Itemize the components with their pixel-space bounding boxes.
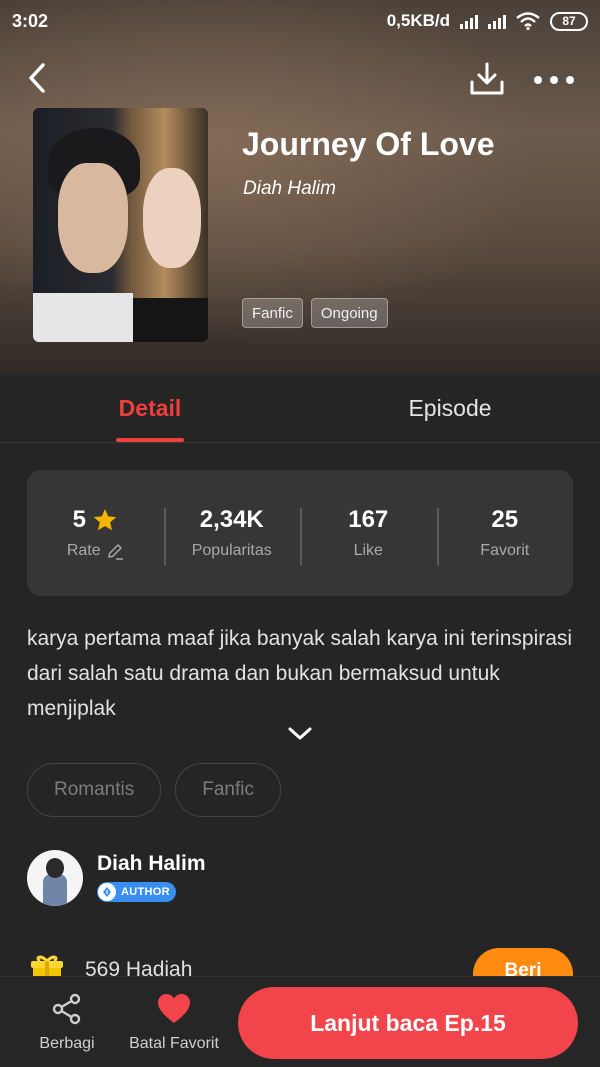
like-label: Like	[353, 542, 383, 559]
popularity-label: Popularitas	[191, 542, 272, 559]
chevron-down-icon[interactable]	[286, 724, 314, 744]
tab-episode[interactable]: Episode	[300, 375, 600, 442]
author-badge-label: AUTHOR	[121, 886, 170, 898]
rate-label: Rate	[66, 542, 101, 559]
wifi-icon	[516, 12, 540, 30]
synopsis-text: karya pertama maaf jika banyak salah kar…	[27, 627, 573, 720]
tab-detail[interactable]: Detail	[0, 375, 300, 442]
more-icon[interactable]	[534, 68, 574, 92]
author-name[interactable]: Diah Halim	[97, 852, 206, 876]
genre-chip-fanfic[interactable]: Fanfic	[175, 763, 281, 817]
tab-detail-label: Detail	[118, 395, 182, 421]
stats-panel: 5 Rate 2,34K Popularitas 167 Like 25 Fav…	[27, 470, 573, 596]
genre-list: Romantis Fanfic	[27, 763, 281, 817]
status-icons: 0,5KB/d 87	[387, 11, 588, 31]
continue-reading-button[interactable]: Lanjut baca Ep.15	[238, 987, 578, 1059]
stat-rate[interactable]: 5 Rate	[27, 506, 164, 560]
unfavorite-label: Batal Favorit	[129, 1035, 219, 1052]
book-cover	[33, 108, 208, 342]
stat-favorite: 25 Favorit	[436, 506, 574, 566]
book-title: Journey Of Love	[242, 126, 495, 162]
book-author: Diah Halim	[243, 178, 336, 199]
bottom-action-bar: Berbagi Batal Favorit Lanjut baca Ep.15	[0, 976, 600, 1067]
pencil-icon[interactable]	[106, 542, 124, 560]
unfavorite-button[interactable]: Batal Favorit	[122, 993, 226, 1053]
favorite-label: Favorit	[480, 542, 530, 559]
stat-popularity: 2,34K Popularitas	[163, 506, 301, 566]
signal-icon	[488, 13, 506, 29]
tag-ongoing: Ongoing	[310, 298, 388, 328]
share-label: Berbagi	[39, 1035, 95, 1052]
author-avatar[interactable]	[27, 850, 83, 906]
network-speed: 0,5KB/d	[386, 11, 450, 30]
share-icon	[52, 993, 81, 1025]
tab-episode-label: Episode	[408, 395, 492, 421]
author-badge-icon	[98, 883, 116, 901]
battery-indicator: 87	[550, 11, 588, 31]
tab-active-indicator	[116, 438, 184, 442]
status-bar: 3:02 0,5KB/d 87	[0, 0, 600, 42]
download-icon[interactable]	[468, 60, 506, 98]
tag-fanfic: Fanfic	[242, 298, 303, 328]
popularity-value: 2,34K	[199, 506, 264, 533]
favorite-value: 25	[491, 506, 519, 533]
back-arrow-icon[interactable]	[22, 60, 52, 96]
book-header: 3:02 0,5KB/d 87 Journey Of Love Diah Hal…	[0, 0, 600, 375]
heart-icon	[158, 994, 190, 1023]
stat-like: 167 Like	[300, 506, 437, 566]
book-tags: Fanfic Ongoing	[242, 298, 388, 328]
signal-icon	[460, 13, 478, 29]
share-button[interactable]: Berbagi	[32, 993, 102, 1053]
status-time: 3:02	[12, 10, 49, 31]
star-icon	[93, 508, 117, 531]
genre-chip-romantis[interactable]: Romantis	[27, 763, 162, 817]
like-value: 167	[348, 506, 389, 533]
tab-bar: Detail Episode	[0, 375, 600, 443]
author-badge: AUTHOR	[97, 882, 176, 902]
rate-value: 5	[72, 506, 86, 533]
